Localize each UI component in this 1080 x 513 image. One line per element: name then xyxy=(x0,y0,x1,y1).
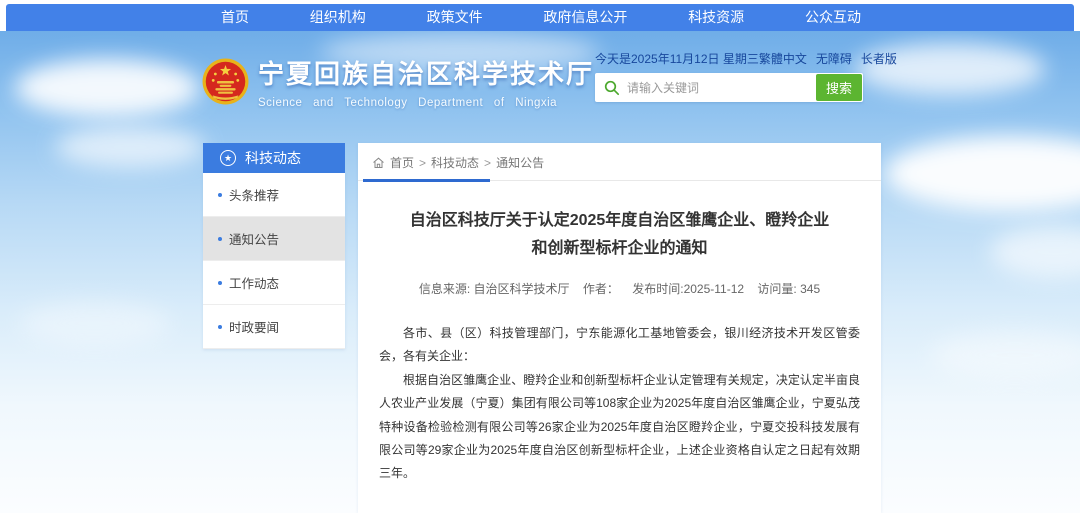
site-brand[interactable]: 宁夏回族自治区科学技术厅 Science and Technology Depa… xyxy=(202,58,594,109)
sidebar-item-political-news[interactable]: 时政要闻 xyxy=(203,305,345,349)
article-meta: 信息来源: 自治区科学技术厅 作者： 发布时间:2025-11-12 访问量: … xyxy=(358,280,881,297)
sidebar-item-label: 工作动态 xyxy=(229,273,279,292)
cloud-decoration xyxy=(930,331,1080,379)
breadcrumb-separator: > xyxy=(419,156,426,170)
sidebar-item-notices[interactable]: 通知公告 xyxy=(203,217,345,261)
article-publish-date: 发布时间:2025-11-12 xyxy=(632,282,744,296)
site-brand-text: 宁夏回族自治区科学技术厅 Science and Technology Depa… xyxy=(258,58,594,109)
link-traditional-chinese[interactable]: 繁體中文 xyxy=(759,50,807,67)
sidebar-menu: 头条推荐 通知公告 工作动态 时政要闻 xyxy=(203,173,345,349)
breadcrumb: 首页 > 科技动态 > 通知公告 xyxy=(358,143,881,181)
bullet-dot-icon xyxy=(218,237,222,241)
top-nav-menu: 首页 组织机构 政策文件 政府信息公开 科技资源 公众互动 xyxy=(211,4,871,31)
breadcrumb-notices[interactable]: 通知公告 xyxy=(496,154,544,171)
article-source: 信息来源: 自治区科学技术厅 xyxy=(419,282,570,296)
home-icon xyxy=(372,157,385,169)
current-date-text: 今天是2025年11月12日 星期三 xyxy=(595,50,759,67)
search-icon xyxy=(604,80,620,96)
sidebar-title: 科技动态 xyxy=(245,148,301,168)
breadcrumb-separator: > xyxy=(484,156,491,170)
nav-item-gov-info-disclosure[interactable]: 政府信息公开 xyxy=(533,4,637,31)
article-visit-count: 访问量: 345 xyxy=(757,282,820,296)
nav-item-public-interaction[interactable]: 公众互动 xyxy=(795,4,871,31)
sidebar-item-label: 头条推荐 xyxy=(229,185,279,204)
sidebar-item-work-updates[interactable]: 工作动态 xyxy=(203,261,345,305)
search-button[interactable]: 搜索 xyxy=(816,74,862,101)
sidebar-item-headline-recommend[interactable]: 头条推荐 xyxy=(203,173,345,217)
link-accessibility[interactable]: 无障碍 xyxy=(816,50,852,67)
cloud-decoration xyxy=(990,226,1080,278)
article-paragraph: 各市、县（区）科技管理部门，宁东能源化工基地管委会，银川经济技术开发区管委会，各… xyxy=(379,322,860,369)
article-paragraph: 根据自治区雏鹰企业、瞪羚企业和创新型标杆企业认定管理有关规定，决定认定半亩良人农… xyxy=(379,369,860,486)
article-title-line2: 和创新型标杆企业的通知 xyxy=(388,235,851,263)
site-subtitle: Science and Technology Department of Nin… xyxy=(258,97,594,109)
top-utility-bar: 今天是2025年11月12日 星期三 繁體中文 无障碍 长者版 xyxy=(595,50,873,67)
sidebar: ★ 科技动态 头条推荐 通知公告 工作动态 时政要闻 xyxy=(203,143,345,349)
site-title: 宁夏回族自治区科学技术厅 xyxy=(258,58,594,91)
nav-item-home[interactable]: 首页 xyxy=(211,4,259,31)
page: 首页 组织机构 政策文件 政府信息公开 科技资源 公众互动 xyxy=(0,0,1080,513)
national-emblem-logo xyxy=(202,58,249,105)
bullet-dot-icon xyxy=(218,325,222,329)
main-content-panel: 首页 > 科技动态 > 通知公告 自治区科技厅关于认定2025年度自治区雏鹰企业… xyxy=(358,143,881,513)
article-author: 作者： xyxy=(583,282,619,296)
sidebar-item-label: 时政要闻 xyxy=(229,317,279,336)
search-input[interactable] xyxy=(627,73,815,102)
article-title-line1: 自治区科技厅关于认定2025年度自治区雏鹰企业、瞪羚企业 xyxy=(388,207,851,235)
article-body: 各市、县（区）科技管理部门，宁东能源化工基地管委会，银川经济技术开发区管委会，各… xyxy=(379,322,860,486)
sidebar-item-label: 通知公告 xyxy=(229,229,279,248)
nav-item-policy-documents[interactable]: 政策文件 xyxy=(417,4,493,31)
bullet-dot-icon xyxy=(218,193,222,197)
bullet-dot-icon xyxy=(218,281,222,285)
breadcrumb-tech-news[interactable]: 科技动态 xyxy=(431,154,479,171)
article-title: 自治区科技厅关于认定2025年度自治区雏鹰企业、瞪羚企业 和创新型标杆企业的通知 xyxy=(388,207,851,263)
star-circle-icon: ★ xyxy=(220,150,236,166)
search-bar: 搜索 xyxy=(595,73,863,102)
breadcrumb-home[interactable]: 首页 xyxy=(390,154,414,171)
top-nav-bar: 首页 组织机构 政策文件 政府信息公开 科技资源 公众互动 xyxy=(6,4,1074,31)
cloud-decoration xyxy=(15,59,200,117)
cloud-decoration xyxy=(885,136,1080,211)
cloud-decoration xyxy=(55,126,205,168)
nav-item-organization[interactable]: 组织机构 xyxy=(300,4,376,31)
sidebar-header-tech-news[interactable]: ★ 科技动态 xyxy=(203,143,345,173)
link-elderly-version[interactable]: 长者版 xyxy=(861,50,897,67)
cloud-decoration xyxy=(20,301,170,346)
nav-item-tech-resources[interactable]: 科技资源 xyxy=(678,4,754,31)
breadcrumb-accent-underline xyxy=(363,179,490,182)
